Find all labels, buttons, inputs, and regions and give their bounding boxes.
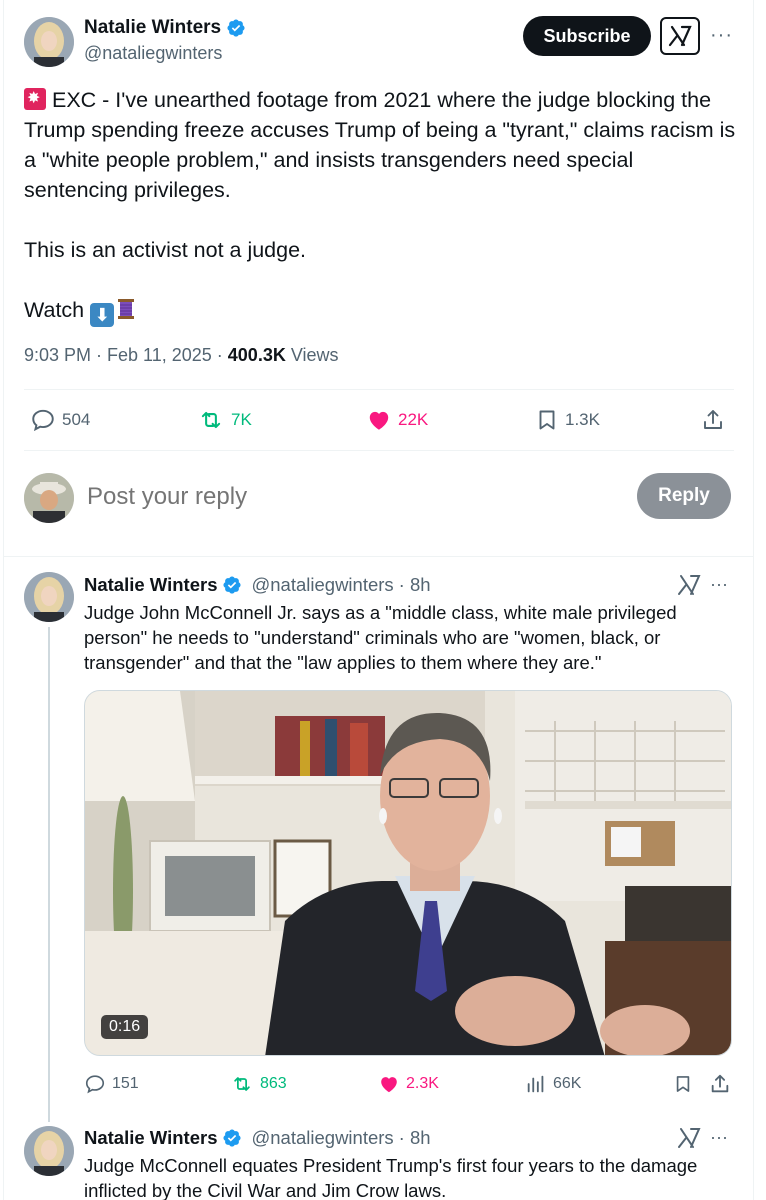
tweet-timestamp[interactable]: 9:03 PM · Feb 11, 2025 · bbox=[24, 345, 228, 365]
verified-badge-icon bbox=[227, 19, 245, 37]
grok-icon[interactable] bbox=[660, 17, 700, 55]
tweet-paragraph-1: EXC - I've unearthed footage from 2021 w… bbox=[24, 88, 736, 202]
verified-badge-icon bbox=[223, 1129, 242, 1147]
thread-tweet-text: Judge McConnell equates President Trump'… bbox=[84, 1155, 698, 1200]
more-options-icon[interactable]: ··· bbox=[710, 24, 733, 47]
repost-icon bbox=[201, 411, 221, 429]
grok-icon[interactable] bbox=[677, 574, 701, 596]
tweet-paragraph-3: Watch bbox=[24, 298, 91, 322]
thread-author-line: Natalie Winters @nataliegwinters · 8h bbox=[84, 1127, 431, 1149]
video-player[interactable]: 0:16 bbox=[84, 690, 732, 1056]
thread-author-name[interactable]: Natalie Winters bbox=[84, 574, 217, 596]
thread-author-line: Natalie Winters @nataliegwinters · 8h bbox=[84, 574, 431, 596]
subscribe-button[interactable]: Subscribe bbox=[523, 16, 651, 56]
grok-icon[interactable] bbox=[677, 1127, 701, 1149]
divider bbox=[3, 556, 754, 557]
repost-count: 863 bbox=[260, 1075, 287, 1092]
share-action[interactable] bbox=[701, 407, 725, 433]
repost-icon bbox=[234, 1077, 250, 1091]
thread-author-handle[interactable]: @nataliegwinters bbox=[251, 574, 393, 596]
reply-input[interactable] bbox=[87, 480, 587, 514]
bookmark-icon bbox=[676, 1076, 690, 1092]
reply-icon bbox=[32, 409, 54, 432]
author-name-text[interactable]: Natalie Winters bbox=[84, 17, 221, 39]
views-count: 66K bbox=[553, 1075, 582, 1092]
share-icon bbox=[704, 410, 722, 429]
tweet-meta: 9:03 PM · Feb 11, 2025 · 400.3K Views bbox=[24, 345, 339, 366]
thread-tweet-age[interactable]: · 8h bbox=[399, 574, 431, 596]
thread-author-avatar[interactable] bbox=[24, 572, 74, 622]
repost-count: 7K bbox=[231, 410, 252, 429]
analytics-icon bbox=[527, 1075, 544, 1093]
divider bbox=[24, 389, 734, 390]
reply-count: 151 bbox=[112, 1075, 139, 1092]
thread-author-handle[interactable]: @nataliegwinters bbox=[251, 1127, 393, 1149]
views-label: Views bbox=[285, 345, 339, 365]
like-count: 22K bbox=[398, 410, 429, 429]
reply-action[interactable]: 151 bbox=[84, 1073, 139, 1095]
reply-action[interactable]: 504 bbox=[30, 407, 90, 433]
bookmark-icon bbox=[539, 410, 555, 430]
heart-icon bbox=[369, 411, 389, 430]
views-count: 400.3K bbox=[227, 345, 286, 365]
author-handle[interactable]: @nataliegwinters bbox=[84, 43, 222, 64]
my-avatar[interactable] bbox=[24, 473, 74, 523]
heart-icon bbox=[381, 1077, 397, 1093]
thread-connector-line bbox=[48, 627, 50, 1122]
thread-author-name[interactable]: Natalie Winters bbox=[84, 1127, 217, 1149]
author-avatar[interactable] bbox=[24, 17, 74, 67]
siren-icon bbox=[24, 88, 46, 110]
share-action[interactable] bbox=[709, 1073, 731, 1095]
author-name[interactable]: Natalie Winters bbox=[84, 17, 246, 39]
video-thumbnail bbox=[85, 691, 731, 1055]
repost-action[interactable]: 7K bbox=[197, 407, 252, 433]
more-options-icon[interactable]: ··· bbox=[710, 574, 728, 595]
more-options-icon[interactable]: ··· bbox=[710, 1127, 728, 1148]
bookmark-count: 1.3K bbox=[565, 410, 600, 429]
thread-spool-icon bbox=[114, 297, 138, 321]
repost-action[interactable]: 863 bbox=[230, 1073, 287, 1095]
like-count: 2.3K bbox=[406, 1075, 439, 1092]
reply-count: 504 bbox=[62, 410, 91, 429]
like-action[interactable]: 22K bbox=[366, 407, 428, 433]
views-action[interactable]: 66K bbox=[525, 1073, 581, 1095]
thread-tweet-text: Judge John McConnell Jr. says as a "midd… bbox=[84, 602, 677, 673]
video-duration-badge: 0:16 bbox=[101, 1015, 149, 1039]
thread-tweet-age[interactable]: · 8h bbox=[399, 1127, 431, 1149]
bookmark-action[interactable] bbox=[673, 1073, 693, 1095]
down-arrow-icon: ⬇ bbox=[90, 303, 115, 327]
divider bbox=[24, 450, 734, 451]
thread-author-avatar[interactable] bbox=[24, 1126, 74, 1176]
tweet-text: EXC - I've unearthed footage from 2021 w… bbox=[24, 85, 736, 327]
reply-button[interactable]: Reply bbox=[637, 473, 731, 519]
tweet-paragraph-2: This is an activist not a judge. bbox=[24, 238, 307, 262]
bookmark-action[interactable]: 1.3K bbox=[535, 407, 600, 433]
reply-icon bbox=[85, 1075, 105, 1094]
like-action[interactable]: 2.3K bbox=[378, 1073, 439, 1095]
verified-badge-icon bbox=[223, 576, 242, 594]
share-icon bbox=[711, 1074, 729, 1093]
